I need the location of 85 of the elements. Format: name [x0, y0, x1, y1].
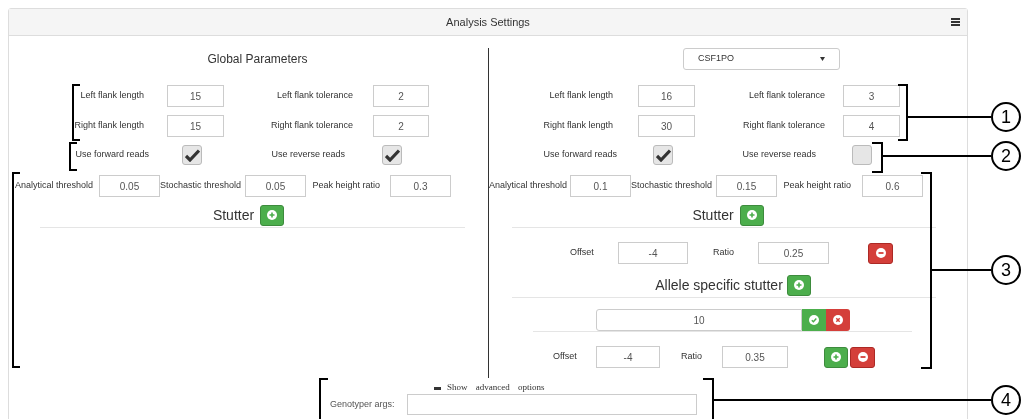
remove-button[interactable]	[868, 242, 893, 264]
plus-icon	[746, 210, 757, 220]
field-label: Left flank tolerance	[275, 89, 353, 103]
locus-select[interactable]: CSF1PO	[683, 48, 840, 70]
confirm-button[interactable]	[802, 309, 826, 331]
plus-icon	[267, 210, 278, 220]
checkbox[interactable]	[852, 145, 872, 165]
minus-icon	[875, 248, 886, 258]
checkbox[interactable]	[382, 145, 402, 165]
field-label: Offset	[570, 246, 595, 260]
field-label: Use forward reads	[74, 148, 149, 162]
callout-number: 4	[991, 385, 1021, 415]
remove-button[interactable]	[850, 346, 875, 368]
field-label: Use forward reads	[542, 148, 617, 162]
dash-icon	[434, 386, 441, 390]
input-field[interactable]	[407, 394, 697, 415]
collapse-link[interactable]: Show advanced options	[434, 381, 545, 395]
field-label: Use reverse reads	[741, 148, 816, 162]
field-label: Right flank tolerance	[741, 119, 825, 133]
input-field[interactable]: 16	[638, 85, 695, 107]
minus-icon	[857, 352, 868, 362]
input-field[interactable]: 0.1	[570, 175, 631, 197]
field-label: Right flank length	[73, 119, 144, 133]
field-label: Ratio	[713, 246, 735, 260]
input-field[interactable]: -4	[618, 242, 688, 264]
section-heading: Stutter	[212, 205, 255, 225]
input-field[interactable]: -4	[596, 346, 660, 368]
field-label: Analytical threshold	[489, 179, 565, 193]
allele-field[interactable]: 10	[596, 309, 802, 331]
section-heading: Allele specific stutter	[655, 275, 783, 295]
input-field[interactable]: 15	[167, 115, 224, 137]
close-icon	[833, 315, 843, 325]
checkmark-icon	[384, 148, 400, 162]
field-label: Stochastic threshold	[160, 179, 241, 193]
input-field[interactable]: 15	[167, 85, 224, 107]
field-label: Right flank length	[542, 119, 613, 133]
input-field[interactable]: 0.25	[758, 242, 829, 264]
input-field[interactable]: 3	[843, 85, 900, 107]
field-label: Left flank length	[79, 89, 144, 103]
menu-icon[interactable]	[951, 18, 960, 26]
input-field[interactable]: 30	[638, 115, 695, 137]
checkmark-icon	[655, 148, 671, 162]
input-field[interactable]: 0.6	[862, 175, 923, 197]
caret-icon	[820, 57, 825, 61]
field-label: Peak height ratio	[311, 179, 380, 193]
input-field[interactable]: 2	[373, 115, 429, 137]
field-label: Genotyper args:	[330, 397, 396, 411]
field-label: Peak height ratio	[782, 179, 851, 193]
bracket	[897, 84, 908, 141]
add-button[interactable]	[786, 274, 811, 296]
field-label: Ratio	[681, 350, 703, 364]
input-field[interactable]: 0.3	[390, 175, 451, 197]
check-icon	[809, 315, 819, 325]
plus-icon	[793, 280, 804, 290]
callout-number: 3	[991, 255, 1021, 285]
section-heading: Stutter	[692, 205, 734, 225]
panel-title: Analysis Settings	[446, 14, 530, 30]
callout-number: 1	[991, 102, 1021, 132]
section-heading: Global Parameters	[207, 51, 308, 68]
input-field[interactable]: 0.35	[722, 346, 788, 368]
plus-icon	[831, 352, 841, 362]
field-label: Left flank tolerance	[747, 89, 825, 103]
bracket	[702, 378, 714, 419]
input-field[interactable]: 0.05	[245, 175, 306, 197]
field-label: Use reverse reads	[270, 148, 345, 162]
field-label: Analytical threshold	[13, 179, 93, 193]
field-label: Right flank tolerance	[269, 119, 353, 133]
field-label: Offset	[553, 350, 578, 364]
field-label: Stochastic threshold	[631, 179, 712, 193]
checkbox[interactable]	[182, 145, 202, 165]
delete-button[interactable]	[826, 309, 850, 331]
field-label: Left flank length	[548, 89, 613, 103]
add-button[interactable]	[739, 204, 764, 226]
callout-number: 2	[991, 141, 1021, 171]
checkbox[interactable]	[653, 145, 673, 165]
input-field[interactable]: 0.15	[716, 175, 777, 197]
add-button[interactable]	[260, 204, 285, 226]
input-field[interactable]: 2	[373, 85, 429, 107]
input-field[interactable]: 0.05	[99, 175, 160, 197]
bracket	[871, 142, 883, 173]
bracket	[319, 378, 329, 419]
checkmark-icon	[184, 148, 200, 162]
add-button[interactable]	[824, 346, 848, 368]
input-field[interactable]: 4	[843, 115, 900, 137]
leader-line	[930, 269, 992, 271]
